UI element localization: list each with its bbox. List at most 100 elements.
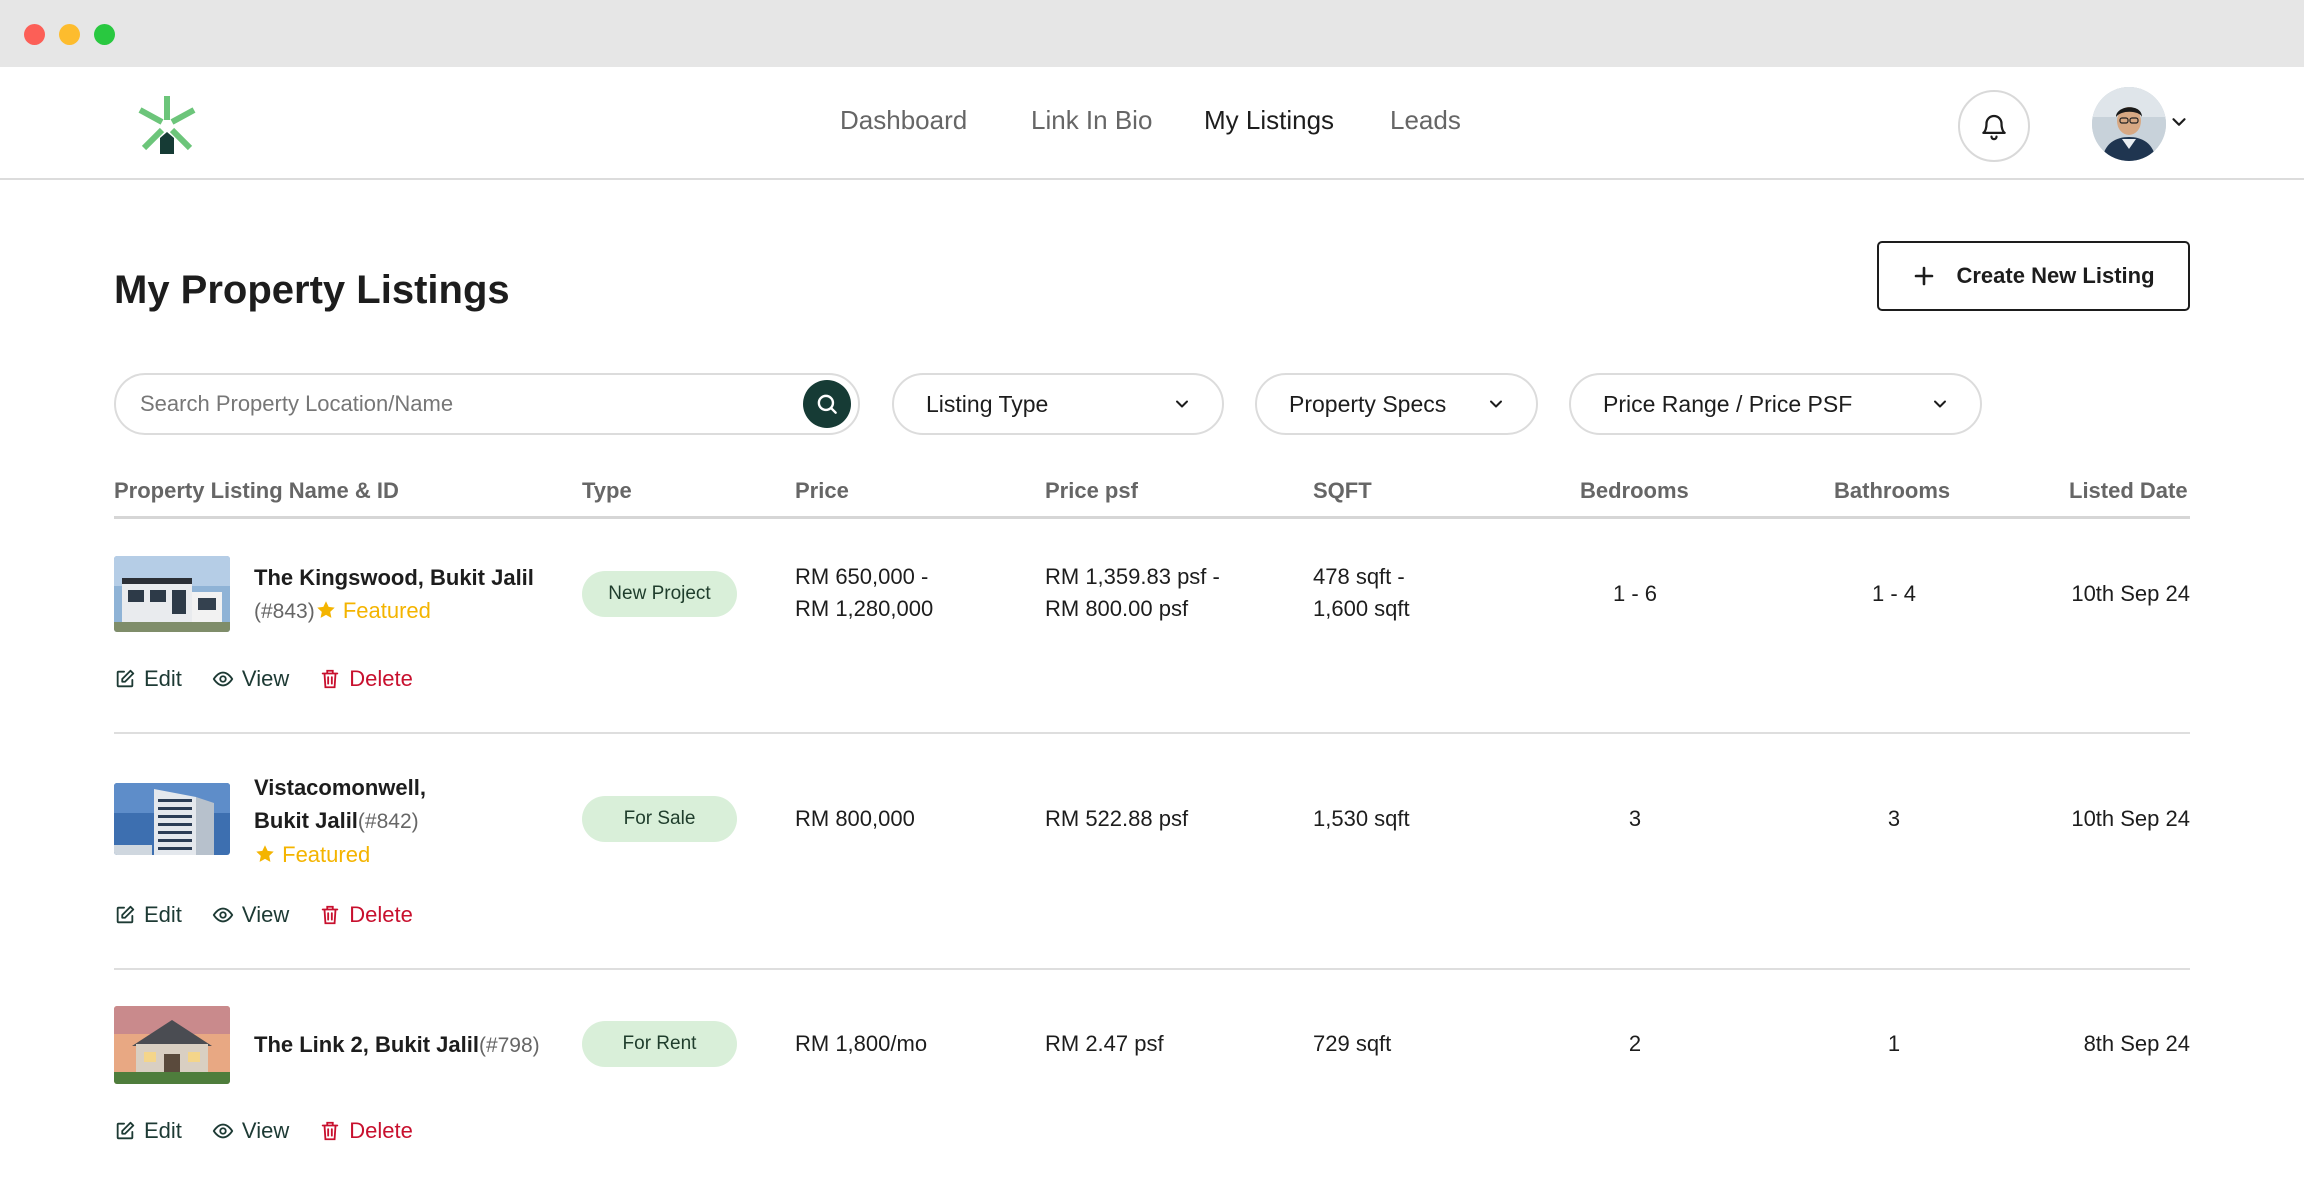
window-maximize-button[interactable]: [94, 24, 115, 45]
window-close-button[interactable]: [24, 24, 45, 45]
property-thumbnail[interactable]: [114, 783, 230, 855]
property-name[interactable]: The Link 2, Bukit Jalil(#798): [254, 1028, 540, 1062]
view-label: View: [241, 666, 290, 691]
edit-button[interactable]: Edit: [114, 666, 182, 692]
bedrooms-cell: 1 - 6: [1612, 581, 1658, 606]
featured-label: Featured: [282, 842, 371, 867]
header-type[interactable]: Type: [582, 478, 632, 504]
window-minimize-button[interactable]: [59, 24, 80, 45]
bathrooms-cell: 1 - 4: [1871, 581, 1917, 606]
delete-label: Delete: [349, 902, 413, 927]
edit-button[interactable]: Edit: [114, 1118, 182, 1144]
user-portrait-image: [2092, 87, 2166, 161]
property-id: (#842): [357, 810, 419, 833]
nav-dashboard[interactable]: Dashboard: [840, 105, 967, 136]
nav-link-in-bio[interactable]: Link In Bio: [1031, 105, 1152, 136]
trash-icon: [321, 669, 339, 689]
edit-button[interactable]: Edit: [114, 902, 182, 928]
price-psf-line: RM 800.00 psf: [1045, 596, 1189, 621]
price-line: RM 1,280,000: [795, 596, 934, 621]
bell-icon: [1982, 114, 2006, 141]
row-divider: [114, 732, 2190, 734]
property-specs-dropdown[interactable]: Property Specs: [1255, 373, 1538, 435]
delete-button[interactable]: Delete: [319, 1118, 413, 1144]
chevron-down-icon: [1490, 400, 1502, 408]
property-id: (#798): [478, 1034, 540, 1057]
property-name-line: Bukit Jalil: [254, 808, 358, 833]
listing-type-label: Listing Type: [926, 390, 1049, 417]
edit-label: Edit: [144, 1118, 182, 1143]
header-bedrooms[interactable]: Bedrooms: [1580, 478, 1689, 504]
edit-label: Edit: [144, 902, 182, 927]
sqft-cell: 729 sqft: [1313, 1031, 1392, 1056]
header-name[interactable]: Property Listing Name & ID: [114, 478, 399, 504]
price-psf-line: RM 1,359.83 psf -: [1045, 564, 1220, 589]
price-cell: RM 650,000 - RM 1,280,000: [795, 561, 933, 625]
listed-date-cell: 8th Sep 24: [2083, 1031, 2190, 1056]
search-input[interactable]: [140, 389, 780, 419]
header-price-psf[interactable]: Price psf: [1045, 478, 1138, 504]
edit-label: Edit: [144, 666, 182, 691]
price-range-dropdown[interactable]: Price Range / Price PSF: [1569, 373, 1982, 435]
plus-icon: [1915, 266, 1934, 286]
view-button[interactable]: View: [212, 902, 289, 928]
property-name[interactable]: The Kingswood, Bukit Jalil (#843) Featur…: [254, 561, 534, 628]
listing-type-dropdown[interactable]: Listing Type: [892, 373, 1224, 435]
view-label: View: [241, 902, 290, 927]
star-icon: [316, 601, 335, 618]
eye-icon: [212, 1123, 234, 1139]
edit-icon: [116, 1121, 135, 1140]
browser-chrome: [0, 0, 2304, 67]
delete-label: Delete: [349, 666, 413, 691]
header-price[interactable]: Price: [795, 478, 849, 504]
header-sqft[interactable]: SQFT: [1313, 478, 1372, 504]
trash-icon: [321, 905, 339, 925]
sqft-line: 1,600 sqft: [1313, 596, 1410, 621]
price-cell: RM 800,000: [795, 806, 915, 831]
search-bar: [114, 373, 860, 435]
nav-my-listings[interactable]: My Listings: [1204, 105, 1334, 136]
property-name-line: Vistacomonwell,: [254, 775, 426, 800]
view-button[interactable]: View: [212, 1118, 289, 1144]
edit-icon: [116, 669, 135, 688]
trash-icon: [321, 1121, 339, 1141]
header-bathrooms[interactable]: Bathrooms: [1834, 478, 1950, 504]
avatar[interactable]: [2092, 87, 2166, 161]
property-name[interactable]: Vistacomonwell, Bukit Jalil(#842) Featur…: [254, 771, 426, 871]
type-badge: For Sale: [582, 796, 737, 842]
sqft-cell: 478 sqft - 1,600 sqft: [1313, 561, 1410, 625]
notifications-button[interactable]: [1958, 90, 2030, 162]
create-new-listing-label: Create New Listing: [1956, 263, 2155, 288]
price-psf-cell: RM 2.47 psf: [1045, 1031, 1164, 1056]
chevron-down-icon[interactable]: [2168, 111, 2190, 133]
property-id: (#843): [254, 600, 315, 623]
sqft-line: 478 sqft -: [1313, 564, 1405, 589]
featured-label: Featured: [342, 598, 431, 623]
search-button[interactable]: [803, 380, 851, 428]
property-thumbnail[interactable]: [114, 1006, 230, 1084]
eye-icon: [212, 907, 234, 923]
delete-button[interactable]: Delete: [319, 902, 413, 928]
property-thumbnail[interactable]: [114, 556, 230, 632]
listed-date-cell: 10th Sep 24: [2071, 806, 2190, 831]
view-button[interactable]: View: [212, 666, 289, 692]
nav-leads[interactable]: Leads: [1390, 105, 1461, 136]
create-new-listing-button[interactable]: Create New Listing: [1877, 241, 2190, 311]
row-actions: Edit View Delete: [114, 666, 413, 692]
delete-button[interactable]: Delete: [319, 666, 413, 692]
bedrooms-cell: 2: [1628, 1031, 1642, 1056]
bedrooms-cell: 3: [1628, 806, 1642, 831]
edit-icon: [116, 905, 135, 924]
type-badge: For Rent: [582, 1021, 737, 1067]
header-divider: [114, 516, 2190, 519]
page-title: My Property Listings: [114, 268, 510, 312]
row-divider: [114, 968, 2190, 970]
row-actions: Edit View Delete: [114, 902, 413, 928]
row-actions: Edit View Delete: [114, 1118, 413, 1144]
header-listed-date[interactable]: Listed Date: [2069, 478, 2188, 504]
property-name-line: The Kingswood, Bukit Jalil: [254, 565, 534, 590]
asterisk-house-logo[interactable]: [136, 94, 198, 156]
price-psf-cell: RM 1,359.83 psf - RM 800.00 psf: [1045, 561, 1220, 625]
delete-label: Delete: [349, 1118, 413, 1143]
chevron-down-icon: [1176, 400, 1188, 408]
